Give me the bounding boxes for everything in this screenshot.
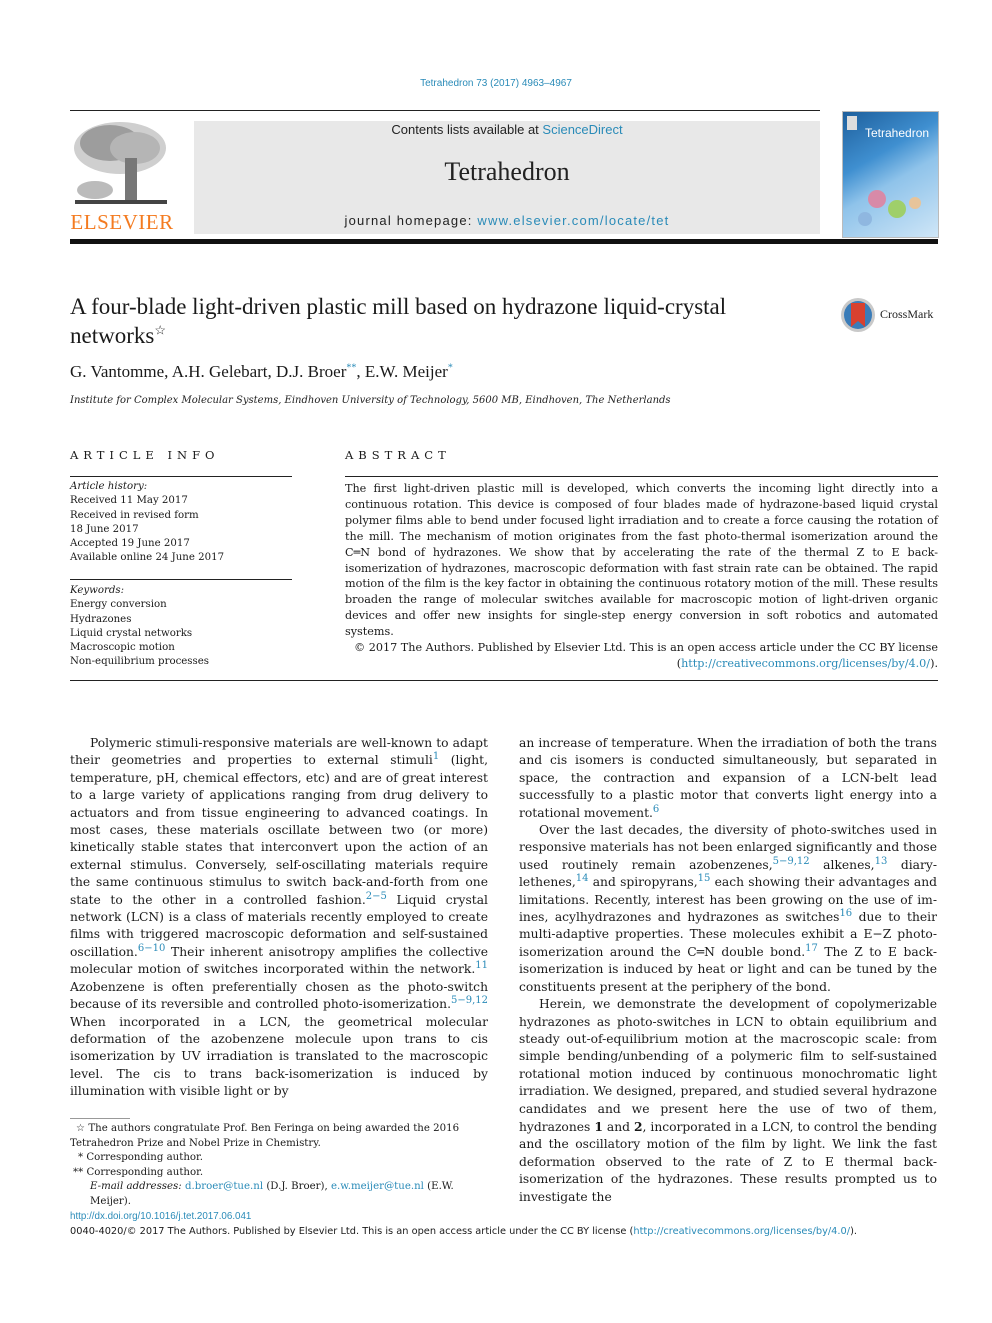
- cover-title: Tetrahedron: [865, 126, 930, 140]
- history-item: Received 11 May 2017: [70, 495, 188, 507]
- crossmark-button[interactable]: CrossMark: [840, 295, 940, 335]
- elsevier-tree-logo-icon: [70, 118, 170, 208]
- compound-number[interactable]: 1: [594, 1119, 603, 1134]
- author-separator: ,: [164, 362, 172, 381]
- reference-link[interactable]: 2−5: [366, 891, 387, 902]
- reference-link[interactable]: 11: [475, 960, 488, 971]
- keyword: Liquid crystal networks: [70, 627, 193, 639]
- abstract-body: The first light-driven plastic mill is d…: [345, 481, 938, 672]
- copyright-text: © 2017 The Authors. Published by Elsevie…: [354, 641, 938, 655]
- abstract-text: The first light-driven plastic mill is d…: [345, 482, 938, 639]
- body-paragraph: Herein, we demonstrate the development o…: [519, 997, 937, 1204]
- author[interactable]: E.W. Meijer: [365, 362, 448, 381]
- article-info-heading: ARTICLE INFO: [70, 448, 220, 462]
- reference-link[interactable]: 16: [839, 908, 852, 919]
- journal-name: Tetrahedron: [444, 157, 570, 186]
- reference-link[interactable]: 13: [875, 856, 888, 867]
- author[interactable]: D.J. Broer: [276, 362, 346, 381]
- abstract-heading: ABSTRACT: [345, 448, 451, 462]
- divider: [70, 579, 292, 580]
- author-separator: ,: [356, 362, 365, 381]
- crossmark-label: CrossMark: [880, 307, 934, 321]
- keywords: Keywords: Energy conversion Hydrazones L…: [70, 584, 292, 670]
- reference-link[interactable]: 15: [698, 873, 711, 884]
- footer-license-link[interactable]: http://creativecommons.org/licenses/by/4…: [633, 1226, 850, 1237]
- footnote-mark: **: [73, 1166, 84, 1178]
- body-column-right: an increase of temperature. When the irr…: [519, 735, 937, 1206]
- author-list: G. Vantomme, A.H. Gelebart, D.J. Broer**…: [70, 362, 453, 382]
- reference-link[interactable]: 14: [576, 873, 589, 884]
- divider: [70, 680, 938, 681]
- reference-link[interactable]: 6: [653, 804, 659, 815]
- header-thick-rule: [70, 239, 938, 244]
- reference-link[interactable]: 5−9,12: [773, 856, 810, 867]
- cover-graphic-circle: [858, 212, 872, 226]
- email-link[interactable]: e.w.meijer@tue.nl: [331, 1181, 424, 1192]
- footnote-mark: *: [78, 1152, 84, 1164]
- homepage-link[interactable]: www.elsevier.com/locate/tet: [477, 213, 669, 228]
- corresponding-author-mark[interactable]: *: [448, 362, 453, 373]
- article-title-text: A four-blade light-driven plastic mill b…: [70, 294, 727, 348]
- affiliation: Institute for Complex Molecular Systems,…: [70, 395, 671, 406]
- footnote: ☆ The authors congratulate Prof. Ben Fer…: [70, 1123, 460, 1149]
- author[interactable]: A.H. Gelebart: [172, 362, 268, 381]
- corresponding-author-mark[interactable]: **: [346, 362, 356, 373]
- article-history: Article history: Received 11 May 2017 Re…: [70, 480, 292, 566]
- journal-cover-image[interactable]: Tetrahedron: [842, 111, 939, 238]
- cover-graphic-circle: [868, 190, 886, 208]
- body-column-left: Polymeric stimuli-responsive materials a…: [70, 735, 488, 1101]
- keywords-label: Keywords:: [70, 585, 125, 596]
- contents-line: Contents lists available at ScienceDirec…: [194, 121, 820, 137]
- footnotes: ☆ The authors congratulate Prof. Ben Fer…: [70, 1122, 488, 1210]
- divider: [345, 476, 938, 477]
- footnote: ** Corresponding author.: [73, 1166, 204, 1178]
- keyword: Hydrazones: [70, 613, 132, 625]
- compound-number[interactable]: 2: [634, 1119, 643, 1134]
- history-label: Article history:: [70, 481, 148, 492]
- email-link[interactable]: d.broer@tue.nl: [185, 1181, 263, 1192]
- sciencedirect-link[interactable]: ScienceDirect: [542, 122, 622, 137]
- divider: [70, 476, 292, 477]
- license-link[interactable]: http://creativecommons.org/licenses/by/4…: [681, 657, 930, 670]
- journal-masthead: Contents lists available at ScienceDirec…: [194, 121, 820, 234]
- footnote-rule: [70, 1118, 130, 1119]
- issn-copyright: 0040-4020/© 2017 The Authors. Published …: [70, 1226, 857, 1237]
- keyword: Energy conversion: [70, 599, 167, 611]
- history-item: Received in revised form: [70, 509, 199, 521]
- keyword: Non-equilibrium processes: [70, 656, 210, 668]
- history-item: Accepted 19 June 2017: [70, 538, 190, 550]
- body-paragraph: Over the last decades, the diversity of …: [519, 823, 937, 994]
- journal-homepage: journal homepage: www.elsevier.com/locat…: [194, 213, 820, 228]
- cover-graphic-circle: [888, 200, 906, 218]
- article-title: A four-blade light-driven plastic mill b…: [70, 292, 810, 350]
- reference-link[interactable]: 5−9,12: [451, 995, 488, 1006]
- crossmark-icon: [841, 298, 875, 332]
- doi-link[interactable]: http://dx.doi.org/10.1016/j.tet.2017.06.…: [70, 1211, 251, 1222]
- cover-badge: [847, 116, 857, 130]
- email-addresses: E-mail addresses: d.broer@tue.nl (D.J. B…: [90, 1181, 454, 1207]
- keyword: Macroscopic motion: [70, 642, 175, 654]
- body-paragraph: an increase of temperature. When the irr…: [519, 736, 937, 820]
- elsevier-wordmark: ELSEVIER: [70, 210, 174, 234]
- author[interactable]: G. Vantomme: [70, 362, 164, 381]
- reference-link[interactable]: 17: [805, 943, 818, 954]
- homepage-prefix: journal homepage:: [344, 213, 478, 228]
- abstract-copyright: © 2017 The Authors. Published by Elsevie…: [354, 641, 938, 670]
- reference-link[interactable]: 6−10: [138, 943, 165, 954]
- cover-graphic-circle: [909, 197, 921, 209]
- contents-prefix: Contents lists available at: [391, 122, 543, 137]
- title-footnote-mark[interactable]: ☆: [154, 322, 166, 337]
- author-separator: ,: [267, 362, 277, 381]
- body-paragraph: Polymeric stimuli-responsive materials a…: [70, 736, 488, 1099]
- journal-citation[interactable]: Tetrahedron 73 (2017) 4963–4967: [0, 78, 992, 89]
- history-item: 18 June 2017: [70, 523, 139, 535]
- history-item: Available online 24 June 2017: [70, 552, 225, 564]
- header-rule: [70, 110, 820, 111]
- footnote-mark: ☆: [76, 1123, 86, 1134]
- footnote: * Corresponding author.: [78, 1152, 203, 1164]
